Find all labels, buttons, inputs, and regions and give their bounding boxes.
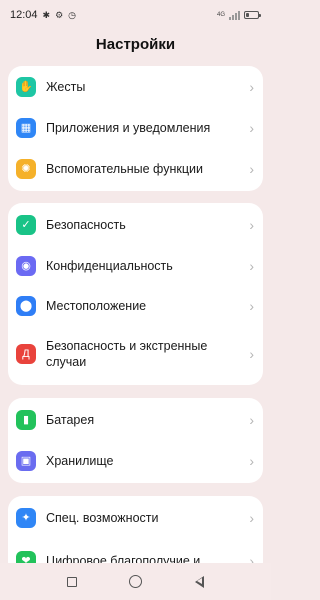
menu-item-safety-emergency[interactable]: Д Безопасность и экстренные случаи › [8,330,263,378]
clock: 12:04 [10,9,38,21]
menu-item-label: Безопасность и экстренные случаи [46,339,208,369]
menu-item-security[interactable]: ✓ Безопасность › [8,205,263,245]
menu-item-label: Местоположение [46,299,147,313]
recents-square-icon [66,576,77,587]
chevron-right-icon: › [249,510,254,526]
menu-item-label: Жесты [46,80,86,94]
emergency-icon: Д [16,344,36,364]
chevron-right-icon: › [249,161,254,177]
home-button[interactable] [125,572,145,592]
menu-item-label: Приложения и уведомления [46,121,211,135]
menu-item-label: Конфиденциальность [46,259,173,273]
menu-item-label: Безопасность [46,218,126,232]
back-button[interactable] [189,572,209,592]
chevron-right-icon: › [249,217,254,233]
status-left: 12:04 ✱ ⚙ ◷ [10,9,76,21]
alarm-icon: ◷ [68,9,77,20]
menu-item-location[interactable]: ⬤ Местоположение › [8,286,263,326]
page-title: Настройки [95,36,176,53]
apps-icon: ▦ [16,118,36,138]
menu-item-accessibility[interactable]: ✦ Спец. возможности › [8,498,263,538]
chevron-right-icon: › [249,258,254,274]
settings-group-1: ✋ Жесты › ▦ Приложения и уведомления › ✺… [8,66,263,191]
battery-icon [244,11,261,19]
menu-item-label: Вспомогательные функции [46,162,203,176]
battery-icon: ▮ [16,410,36,430]
location-pin-icon: ⬤ [16,296,36,316]
chevron-right-icon: › [249,79,254,95]
signal-icon [229,10,240,20]
menu-item-apps-notifications[interactable]: ▦ Приложения и уведомления › [8,108,263,148]
gear-icon: ⚙ [55,9,64,20]
menu-item-battery[interactable]: ▮ Батарея › [8,400,263,440]
recents-button[interactable] [62,572,82,592]
chevron-right-icon: › [249,453,254,469]
home-circle-icon [128,575,142,588]
status-right: 4G [216,10,261,20]
settings-group-3: ▮ Батарея › ▣ Хранилище › [8,398,263,483]
menu-item-gestures[interactable]: ✋ Жесты › [8,66,263,108]
hand-gesture-icon: ✋ [16,77,36,97]
chevron-right-icon: › [249,120,254,136]
settings-group-2: ✓ Безопасность › ◉ Конфиденциальность › … [8,203,263,385]
menu-item-label: Хранилище [46,454,114,468]
menu-item-privacy[interactable]: ◉ Конфиденциальность › [8,246,263,286]
bulb-icon: ✺ [16,159,36,179]
menu-item-label: Спец. возможности [46,511,159,525]
chevron-right-icon: › [249,298,254,314]
menu-item-assistive-features[interactable]: ✺ Вспомогательные функции › [8,148,263,190]
menu-item-storage[interactable]: ▣ Хранилище › [8,441,263,481]
bluetooth-icon: ✱ [42,9,51,20]
menu-item-label: Батарея [46,413,95,427]
accessibility-icon: ✦ [16,508,36,528]
chevron-right-icon: › [249,346,254,362]
back-triangle-icon [194,575,204,588]
shield-icon: ✓ [16,215,36,235]
navigation-bar [0,563,271,600]
chevron-right-icon: › [249,412,254,428]
status-bar: 12:04 ✱ ⚙ ◷ 4G [0,0,271,30]
lock-icon: ◉ [16,256,36,276]
network-type: 4G [216,12,225,18]
storage-icon: ▣ [16,451,36,471]
